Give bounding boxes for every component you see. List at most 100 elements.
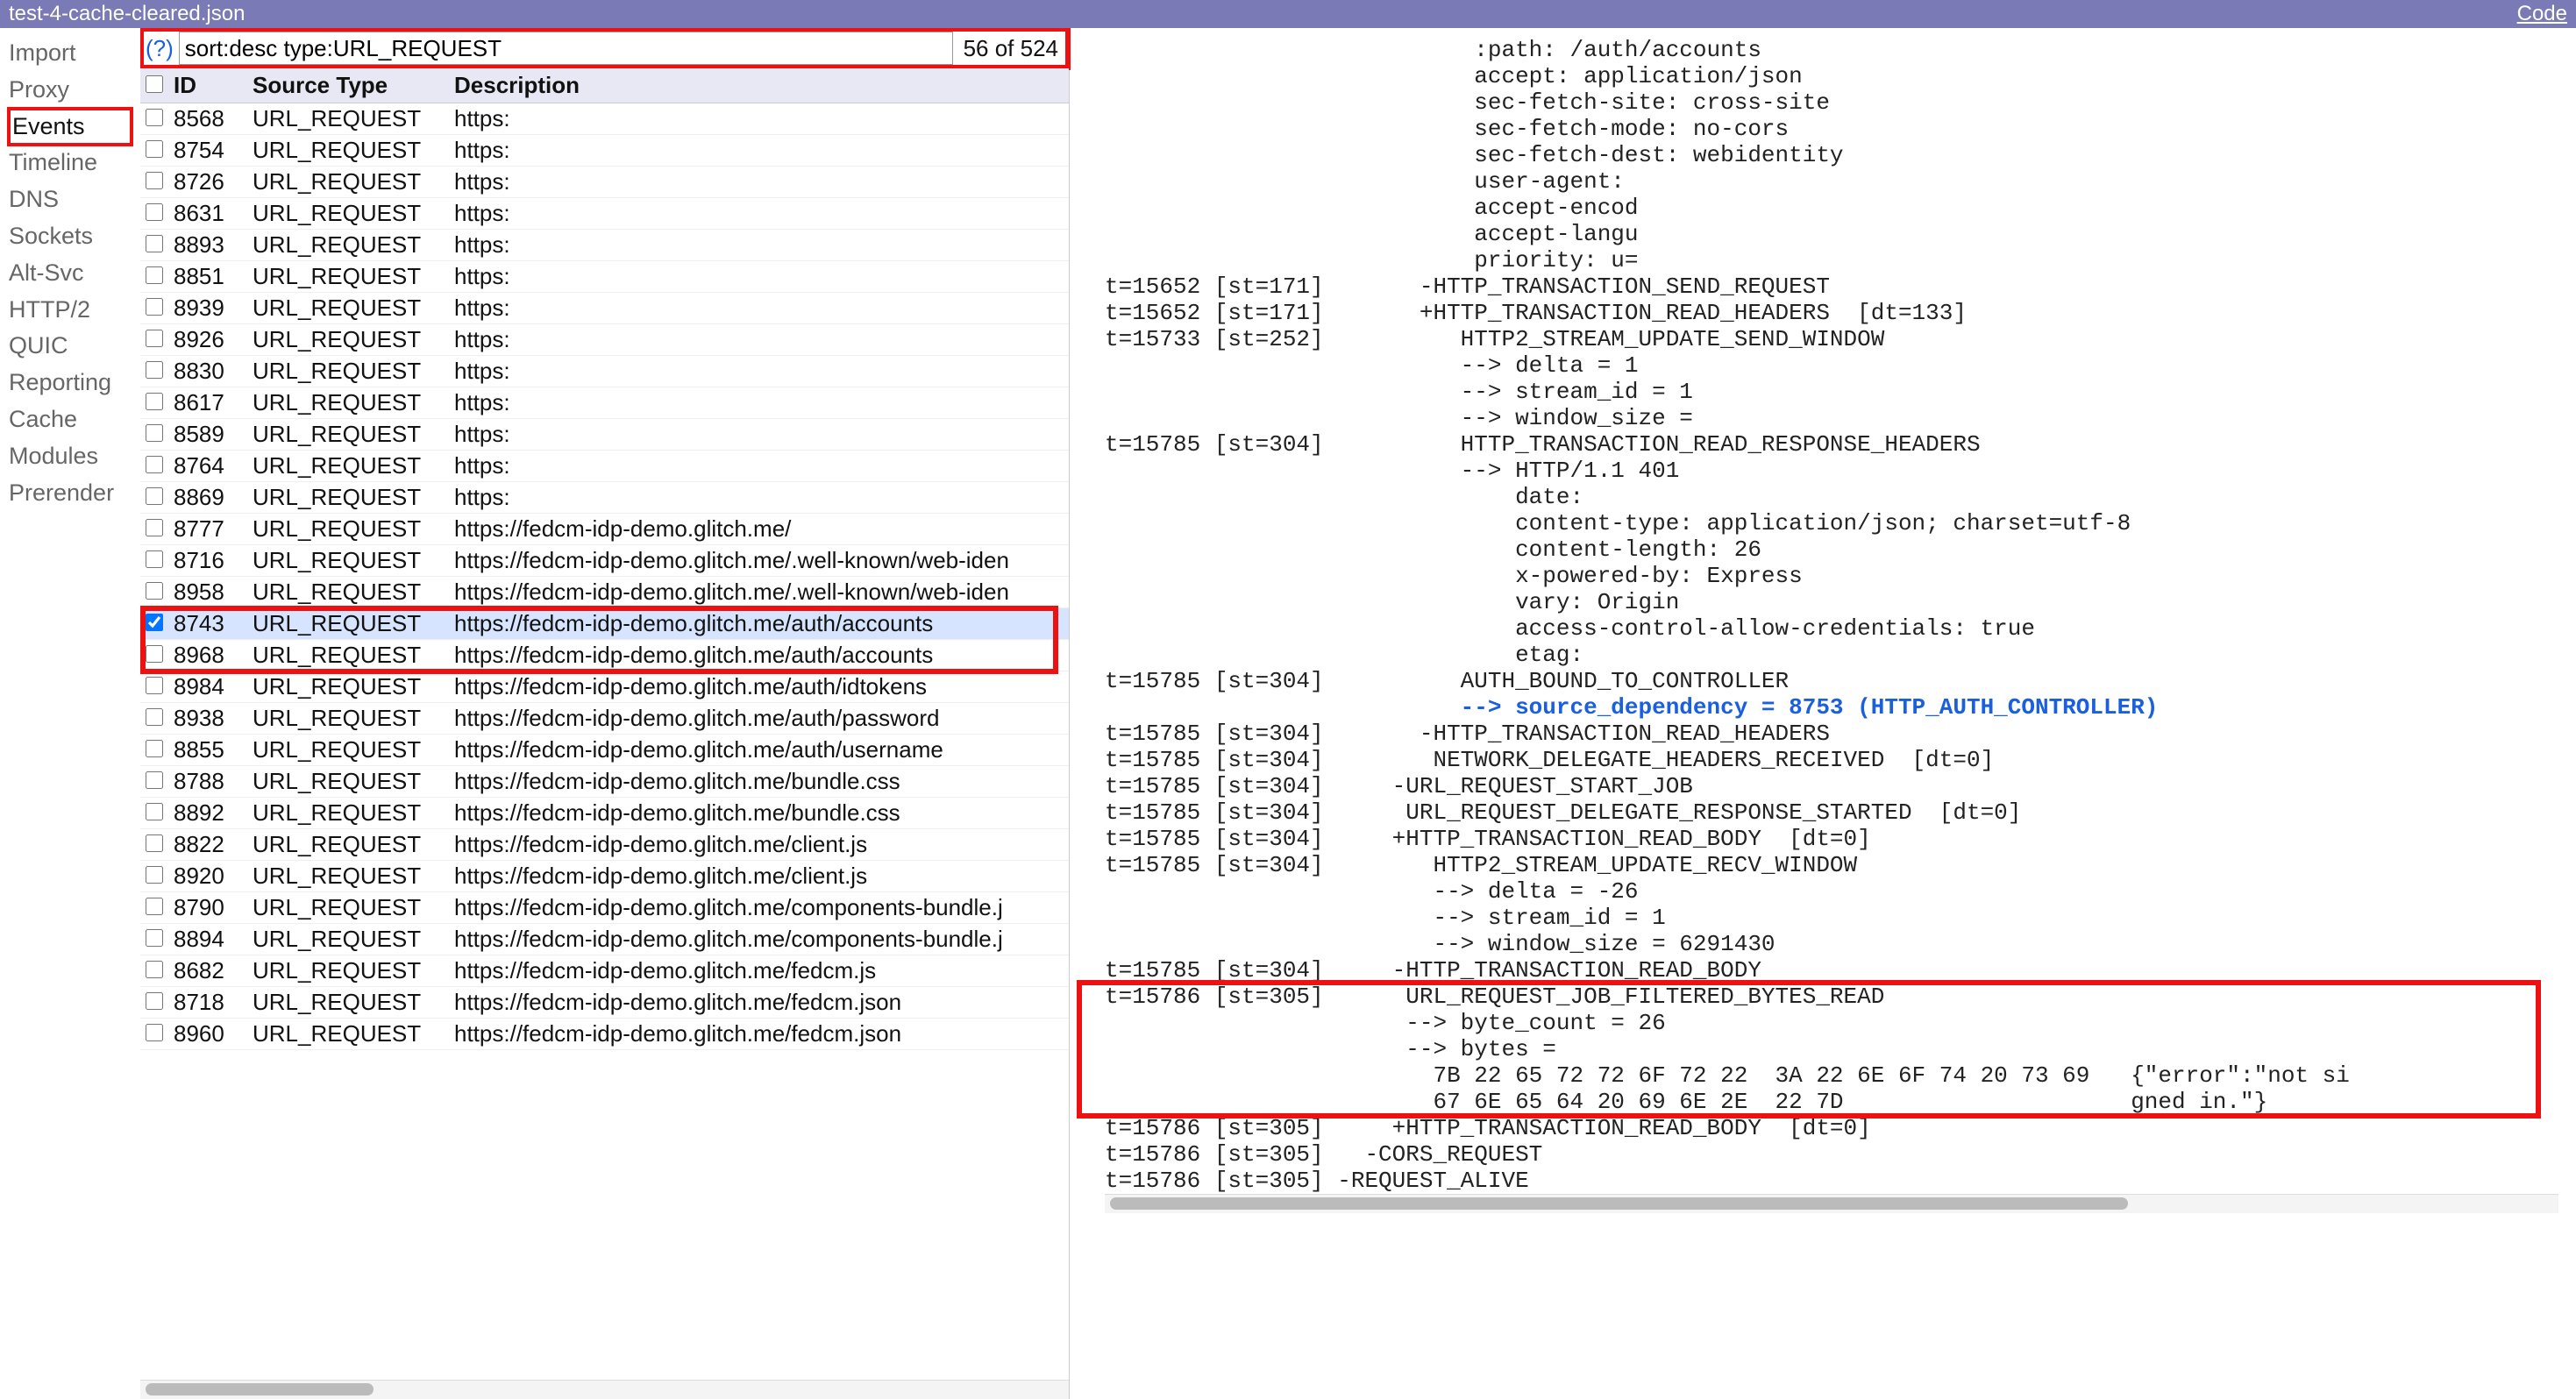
row-checkbox[interactable] — [146, 645, 163, 663]
row-checkbox[interactable] — [146, 266, 163, 284]
row-checkbox-cell[interactable] — [140, 356, 168, 387]
row-checkbox[interactable] — [146, 519, 163, 536]
table-row[interactable]: 8939URL_REQUESThttps: — [140, 293, 1069, 324]
table-row[interactable]: 8718URL_REQUESThttps://fedcm-idp-demo.gl… — [140, 987, 1069, 1019]
row-checkbox-cell[interactable] — [140, 987, 168, 1019]
row-checkbox[interactable] — [146, 961, 163, 978]
col-checkbox[interactable] — [140, 68, 168, 103]
row-checkbox[interactable] — [146, 456, 163, 473]
row-checkbox[interactable] — [146, 771, 163, 789]
row-checkbox-cell[interactable] — [140, 261, 168, 293]
right-hscroll-thumb[interactable] — [1110, 1197, 2128, 1210]
row-checkbox[interactable] — [146, 330, 163, 347]
table-row[interactable]: 8855URL_REQUESThttps://fedcm-idp-demo.gl… — [140, 735, 1069, 766]
table-row[interactable]: 8851URL_REQUESThttps: — [140, 261, 1069, 293]
row-checkbox-cell[interactable] — [140, 829, 168, 861]
row-checkbox-cell[interactable] — [140, 387, 168, 419]
table-row[interactable]: 8920URL_REQUESThttps://fedcm-idp-demo.gl… — [140, 861, 1069, 892]
row-checkbox-cell[interactable] — [140, 103, 168, 135]
table-row[interactable]: 8968URL_REQUESThttps://fedcm-idp-demo.gl… — [140, 640, 1069, 671]
nav-item-alt-svc[interactable]: Alt-Svc — [9, 255, 132, 292]
row-checkbox-cell[interactable] — [140, 608, 168, 640]
table-row[interactable]: 8830URL_REQUESThttps: — [140, 356, 1069, 387]
table-row[interactable]: 8869URL_REQUESThttps: — [140, 482, 1069, 514]
row-checkbox-cell[interactable] — [140, 955, 168, 987]
row-checkbox-cell[interactable] — [140, 198, 168, 230]
nav-item-proxy[interactable]: Proxy — [9, 72, 132, 109]
row-checkbox-cell[interactable] — [140, 671, 168, 703]
table-row[interactable]: 8631URL_REQUESThttps: — [140, 198, 1069, 230]
nav-item-timeline[interactable]: Timeline — [9, 145, 132, 181]
table-row[interactable]: 8894URL_REQUESThttps://fedcm-idp-demo.gl… — [140, 924, 1069, 955]
row-checkbox-cell[interactable] — [140, 230, 168, 261]
table-row[interactable]: 8892URL_REQUESThttps://fedcm-idp-demo.gl… — [140, 798, 1069, 829]
row-checkbox-cell[interactable] — [140, 892, 168, 924]
row-checkbox[interactable] — [146, 109, 163, 126]
filter-input[interactable] — [179, 32, 953, 65]
row-checkbox-cell[interactable] — [140, 703, 168, 735]
row-checkbox-cell[interactable] — [140, 766, 168, 798]
row-checkbox[interactable] — [146, 992, 163, 1010]
code-link[interactable]: Code — [2517, 2, 2567, 26]
select-all-checkbox[interactable] — [146, 75, 163, 93]
nav-item-modules[interactable]: Modules — [9, 438, 132, 475]
nav-item-events[interactable]: Events — [9, 109, 132, 146]
table-row[interactable]: 8589URL_REQUESThttps: — [140, 419, 1069, 451]
row-checkbox[interactable] — [146, 582, 163, 600]
table-row[interactable]: 8754URL_REQUESThttps: — [140, 135, 1069, 167]
table-row[interactable]: 8822URL_REQUESThttps://fedcm-idp-demo.gl… — [140, 829, 1069, 861]
table-row[interactable]: 8926URL_REQUESThttps: — [140, 324, 1069, 356]
row-checkbox-cell[interactable] — [140, 577, 168, 608]
table-row[interactable]: 8938URL_REQUESThttps://fedcm-idp-demo.gl… — [140, 703, 1069, 735]
row-checkbox-cell[interactable] — [140, 324, 168, 356]
nav-item-reporting[interactable]: Reporting — [9, 365, 132, 401]
nav-item-import[interactable]: Import — [9, 35, 132, 72]
nav-item-cache[interactable]: Cache — [9, 401, 132, 438]
table-row[interactable]: 8984URL_REQUESThttps://fedcm-idp-demo.gl… — [140, 671, 1069, 703]
row-checkbox[interactable] — [146, 1024, 163, 1041]
right-hscroll[interactable] — [1105, 1194, 2558, 1213]
row-checkbox-cell[interactable] — [140, 293, 168, 324]
table-row[interactable]: 8716URL_REQUESThttps://fedcm-idp-demo.gl… — [140, 545, 1069, 577]
nav-item-prerender[interactable]: Prerender — [9, 475, 132, 512]
row-checkbox[interactable] — [146, 298, 163, 316]
row-checkbox[interactable] — [146, 866, 163, 884]
row-checkbox[interactable] — [146, 708, 163, 726]
nav-item-sockets[interactable]: Sockets — [9, 218, 132, 255]
col-desc[interactable]: Description — [449, 68, 1069, 103]
row-checkbox-cell[interactable] — [140, 798, 168, 829]
detail-pane[interactable]: :path: /auth/accounts accept: applicatio… — [1070, 28, 2576, 1399]
row-checkbox[interactable] — [146, 140, 163, 158]
row-checkbox-cell[interactable] — [140, 861, 168, 892]
row-checkbox[interactable] — [146, 172, 163, 189]
row-checkbox-cell[interactable] — [140, 640, 168, 671]
table-row[interactable]: 8743URL_REQUESThttps://fedcm-idp-demo.gl… — [140, 608, 1069, 640]
table-row[interactable]: 8960URL_REQUESThttps://fedcm-idp-demo.gl… — [140, 1019, 1069, 1050]
nav-item-dns[interactable]: DNS — [9, 181, 132, 218]
table-row[interactable]: 8788URL_REQUESThttps://fedcm-idp-demo.gl… — [140, 766, 1069, 798]
row-checkbox[interactable] — [146, 361, 163, 379]
table-row[interactable]: 8617URL_REQUESThttps: — [140, 387, 1069, 419]
row-checkbox-cell[interactable] — [140, 514, 168, 545]
left-hscroll[interactable] — [140, 1380, 1069, 1399]
table-row[interactable]: 8777URL_REQUESThttps://fedcm-idp-demo.gl… — [140, 514, 1069, 545]
row-checkbox[interactable] — [146, 424, 163, 442]
left-hscroll-thumb[interactable] — [146, 1383, 374, 1395]
row-checkbox-cell[interactable] — [140, 482, 168, 514]
row-checkbox-cell[interactable] — [140, 545, 168, 577]
row-checkbox[interactable] — [146, 834, 163, 852]
row-checkbox-cell[interactable] — [140, 419, 168, 451]
row-checkbox[interactable] — [146, 929, 163, 947]
filter-help-link[interactable]: (?) — [146, 35, 174, 62]
row-checkbox[interactable] — [146, 740, 163, 757]
row-checkbox[interactable] — [146, 487, 163, 505]
row-checkbox[interactable] — [146, 614, 163, 631]
table-row[interactable]: 8958URL_REQUESThttps://fedcm-idp-demo.gl… — [140, 577, 1069, 608]
row-checkbox-cell[interactable] — [140, 451, 168, 482]
row-checkbox-cell[interactable] — [140, 924, 168, 955]
col-type[interactable]: Source Type — [247, 68, 449, 103]
row-checkbox[interactable] — [146, 550, 163, 568]
nav-item-quic[interactable]: QUIC — [9, 328, 132, 365]
table-row[interactable]: 8790URL_REQUESThttps://fedcm-idp-demo.gl… — [140, 892, 1069, 924]
row-checkbox-cell[interactable] — [140, 735, 168, 766]
